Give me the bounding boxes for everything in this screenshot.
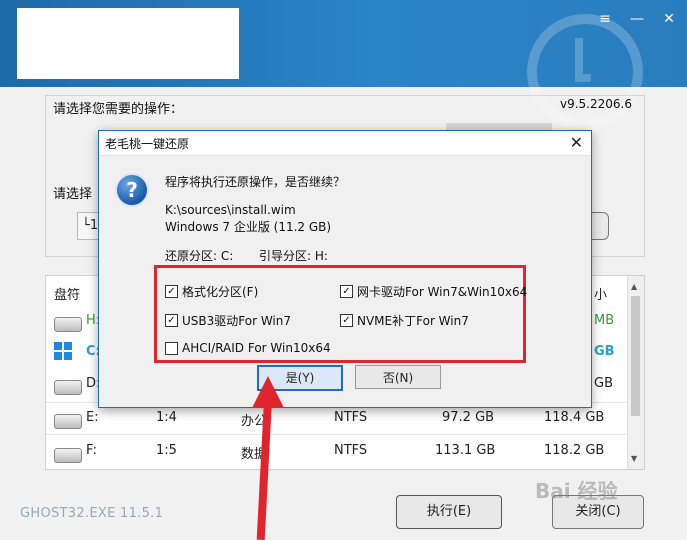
drive-icon [54,414,82,429]
minimize-icon[interactable]: — [629,12,645,26]
option-ahci-checkbox[interactable]: AHCI/RAID For Win10x64 [165,341,331,355]
source-path: K:\sources\install.wim [165,203,296,217]
option-label: 格式化分区(F) [182,285,259,299]
checkbox-empty-icon [165,341,178,355]
option-nvme-checkbox[interactable]: ✓ NVME补丁For Win7 [340,312,469,329]
confirm-dialog: 老毛桃一键还原 ✕ ? 程序将执行还原操作，是否继续？ K:\sources\i… [98,130,592,408]
checkbox-check-icon: ✓ [340,314,353,327]
logo-area [17,8,239,79]
dialog-title: 老毛桃一键还原 [105,137,190,151]
row-divider [46,434,626,435]
no-button[interactable]: 否(N) [355,365,441,389]
execute-button[interactable]: 执行(E) [396,495,502,529]
watermark: Bai 经验 [535,479,618,503]
size-total: GB [594,376,613,391]
close-icon[interactable]: ✕ [661,12,677,26]
windows-icon [54,342,72,360]
os-version: Windows 7 企业版 (11.2 GB) [165,220,332,234]
size-total: 118.2 GB [544,443,605,458]
restore-partition: 还原分区: C: [165,249,234,263]
option-label: 网卡驱动For Win7&Win10x64 [357,285,528,299]
ghost-version: GHOST32.EXE 11.5.1 [20,506,164,521]
checkbox-check-icon: ✓ [165,314,178,327]
app-header: ≡ — ✕ [0,0,687,130]
option-label: NVME补丁For Win7 [357,314,469,328]
size-total: 118.4 GB [544,410,605,425]
option-usb3-checkbox[interactable]: ✓ USB3驱动For Win7 [165,312,291,329]
option-label: USB3驱动For Win7 [182,314,292,328]
free-space: 113.1 GB [435,443,496,458]
dialog-message: 程序将执行还原操作，是否继续？ [165,175,346,189]
scroll-thumb[interactable] [631,296,640,416]
partition-number: 1:4 [156,410,177,425]
column-header-disk: 盘符 [54,288,81,303]
file-system: NTFS [334,410,368,425]
size-total: MB [594,313,615,328]
option-format-checkbox[interactable]: ✓ 格式化分区(F) [165,283,258,300]
partition-number: 1:5 [156,443,177,458]
menu-icon[interactable]: ≡ [597,12,613,26]
version-label: v9.5.2206.6 [560,97,632,111]
checkbox-check-icon: ✓ [165,285,178,298]
dialog-close-icon[interactable]: ✕ [570,133,583,152]
column-header-size: 小 [594,288,608,303]
operation-label: 请选择您需要的操作： [53,102,184,117]
boot-partition: 引导分区: H: [259,249,328,263]
size-total: GB [594,344,615,359]
drive-letter: E: [86,410,99,425]
table-scrollbar[interactable]: ▲ ▼ [627,276,644,469]
option-nic-driver-checkbox[interactable]: ✓ 网卡驱动For Win7&Win10x64 [340,283,527,300]
scroll-up-icon[interactable]: ▲ [631,282,637,291]
free-space: 97.2 GB [442,410,495,425]
file-system: NTFS [334,443,368,458]
checkbox-check-icon: ✓ [340,285,353,298]
drive-icon [54,448,82,463]
drive-icon [54,380,82,395]
drive-icon [54,317,82,332]
drive-letter: F: [86,443,97,458]
dialog-titlebar: 老毛桃一键还原 ✕ [99,131,591,156]
select-label: 请选择 [53,187,93,202]
scroll-down-icon[interactable]: ▼ [631,454,637,463]
option-label: AHCI/RAID For Win10x64 [182,341,331,355]
question-icon: ? [115,173,149,207]
